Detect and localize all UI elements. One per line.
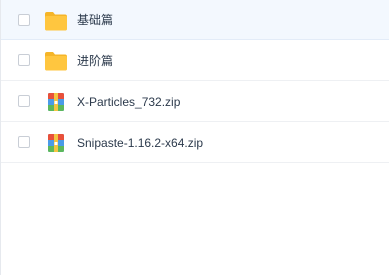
row-checkbox[interactable]	[18, 95, 30, 107]
file-name[interactable]: Snipaste-1.16.2-x64.zip	[77, 135, 203, 151]
file-list: 基础篇 进阶篇 X-Particles_732.zip Snipaste-1.1…	[0, 0, 389, 275]
file-row-zip-xparticles[interactable]: X-Particles_732.zip	[1, 82, 389, 122]
row-checkbox[interactable]	[18, 14, 30, 26]
row-checkbox[interactable]	[18, 54, 30, 66]
file-row-zip-snipaste[interactable]: Snipaste-1.16.2-x64.zip	[1, 123, 389, 163]
file-name[interactable]: 基础篇	[77, 12, 113, 28]
file-name[interactable]: X-Particles_732.zip	[77, 94, 180, 110]
folder-icon	[45, 12, 67, 31]
folder-icon	[45, 52, 67, 71]
row-checkbox[interactable]	[18, 136, 30, 148]
file-name[interactable]: 进阶篇	[77, 53, 113, 69]
file-row-folder-basic[interactable]: 基础篇	[1, 0, 389, 40]
zip-archive-icon	[48, 134, 64, 152]
file-row-folder-advanced[interactable]: 进阶篇	[1, 41, 389, 81]
zip-archive-icon	[48, 93, 64, 111]
